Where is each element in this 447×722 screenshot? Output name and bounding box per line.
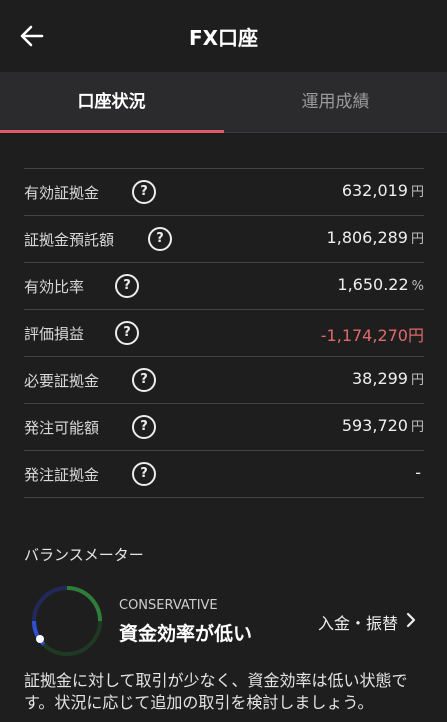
row-label: 評価損益 <box>24 325 85 343</box>
row-value: 593,720 円 <box>341 416 424 435</box>
balance-meter-title: バランスメーター <box>24 546 144 564</box>
tab-bar: 口座状況 運用成績 <box>0 72 447 133</box>
table-row: 必要証拠金 ? 38,299 円 <box>24 357 424 404</box>
balance-level-english: CONSERVATIVE <box>119 598 218 613</box>
row-label: 証拠金預託額 <box>24 231 115 249</box>
balance-level-status: 資金効率が低い <box>119 623 253 645</box>
help-icon[interactable]: ? <box>132 462 156 486</box>
row-value: 1,806,289 円 <box>326 228 424 247</box>
table-row: 有効比率 ? 1,650.22% <box>24 263 424 310</box>
row-label: 発注証拠金 <box>24 466 100 484</box>
table-row: 評価損益 ? -1,174,270円 <box>24 310 424 357</box>
row-value: 38,299 円 <box>352 369 424 388</box>
row-value: 632,019 円 <box>341 181 424 200</box>
account-summary-table: 有効証拠金 ? 632,019 円 証拠金預託額 ? 1,806,289 円 有効比… <box>24 168 424 498</box>
table-row: 証拠金預託額 ? 1,806,289 円 <box>24 216 424 263</box>
help-icon[interactable]: ? <box>115 274 139 298</box>
tab-performance[interactable]: 運用成績 <box>224 72 447 132</box>
table-row: 発注証拠金 ? - <box>24 451 424 498</box>
balance-gauge-icon <box>32 586 102 656</box>
row-value: 1,650.22% <box>337 275 424 294</box>
row-label: 発注可能額 <box>24 419 100 437</box>
chevron-right-icon[interactable] <box>404 612 418 628</box>
balance-description: 証拠金に対して取引が少なく、資金効率は低い状態です。状況に応じて追加の取引を検討… <box>24 671 408 712</box>
help-icon[interactable]: ? <box>115 321 139 345</box>
row-label: 必要証拠金 <box>24 372 100 390</box>
tab-account-status[interactable]: 口座状況 <box>0 72 223 132</box>
row-label: 有効比率 <box>24 278 85 296</box>
table-row: 有効証拠金 ? 632,019 円 <box>24 169 424 216</box>
deposit-transfer-link[interactable]: 入金・振替 <box>318 610 398 634</box>
row-label: 有効証拠金 <box>24 184 100 202</box>
table-row: 発注可能額 ? 593,720 円 <box>24 404 424 451</box>
active-tab-indicator <box>0 130 224 133</box>
page-title: FX口座 <box>188 26 259 50</box>
help-icon[interactable]: ? <box>148 227 172 251</box>
help-icon[interactable]: ? <box>132 368 156 392</box>
help-icon[interactable]: ? <box>132 180 156 204</box>
row-value: -1,174,270円 <box>320 326 424 345</box>
help-icon[interactable]: ? <box>132 415 156 439</box>
app-header: FX口座 <box>0 0 447 72</box>
row-value: - <box>415 463 421 482</box>
